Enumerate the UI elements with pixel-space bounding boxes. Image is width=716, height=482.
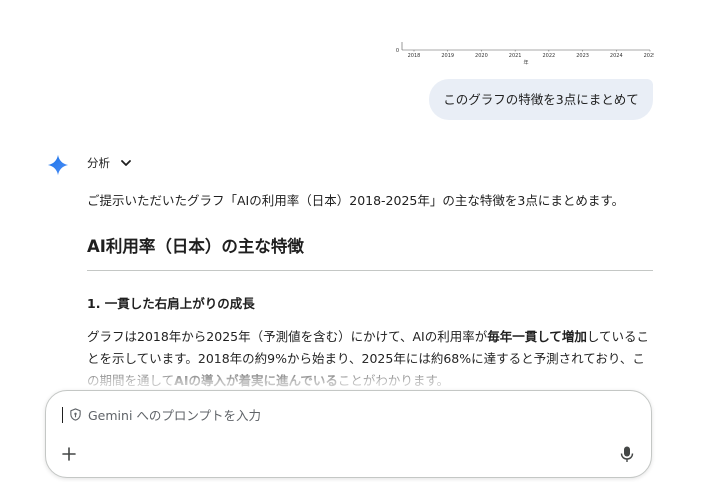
chart-x-tick-label: 2024 [610,53,623,59]
p1-text-c: ことがわかります。 [337,373,450,388]
analysis-toggle[interactable]: 分析 [87,155,132,171]
p1-bold-1: 毎年一貫して増加 [487,329,587,344]
shield-icon [70,408,81,421]
chart-thumbnail: 0 2018 2019 2020 2021 2022 2023 2024 2025 年 [396,42,654,66]
chart-x-tick-label: 2020 [475,53,488,59]
chart-x-tick-label: 2022 [542,53,555,59]
gemini-chat-page: 0 2018 2019 2020 2021 2022 2023 2024 2025 年 このグラフ… [0,0,716,482]
section-divider [87,270,653,271]
gemini-sparkle-icon [47,154,69,176]
chart-x-tick-label: 2018 [408,53,421,59]
microphone-icon[interactable] [619,445,635,463]
plus-icon[interactable] [60,445,78,463]
prompt-input-row[interactable]: Gemini へのプロンプトを入力 [62,405,261,424]
point-1-title: 1. 一貫した右肩上がりの成長 [87,296,255,311]
user-message-bubble: このグラフの特徴を3点にまとめて [429,79,653,120]
chart-y-tick-label: 0 [396,48,399,54]
chart-x-tick-label: 2019 [441,53,454,59]
analysis-label: 分析 [87,156,110,170]
p1-text-a: グラフは2018年から2025年（予測値を含む）にかけて、AIの利用率が [87,329,488,344]
response-intro: ご提示いただいたグラフ「AIの利用率（日本）2018-2025年」の主な特徴を3… [87,193,625,208]
text-caret [62,406,63,423]
chart-x-axis-label: 年 [523,59,528,66]
chevron-down-icon [121,160,131,166]
response-heading: AI利用率（日本）の主な特徴 [87,237,304,256]
prompt-placeholder: Gemini へのプロンプトを入力 [88,408,262,423]
point-1-paragraph: グラフは2018年から2025年（予測値を含む）にかけて、AIの利用率が毎年一貫… [87,326,653,392]
p1-bold-2: AIの導入が着実に進んでいる [174,373,338,388]
chart-x-tick-label: 2021 [509,53,522,59]
chart-x-tick-label: 2023 [576,53,589,59]
prompt-input-box[interactable]: Gemini へのプロンプトを入力 [45,390,652,478]
chart-x-tick-label: 2025 [644,53,654,59]
